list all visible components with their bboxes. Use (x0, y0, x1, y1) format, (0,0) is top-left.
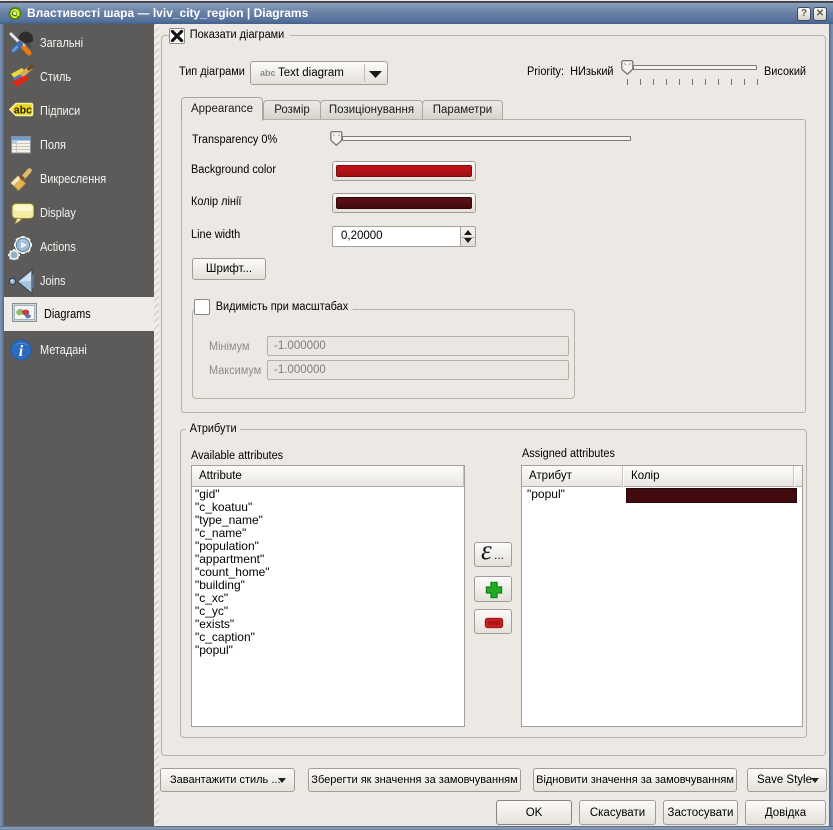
svg-text:abc: abc (14, 104, 32, 116)
svg-text:i: i (19, 343, 24, 360)
